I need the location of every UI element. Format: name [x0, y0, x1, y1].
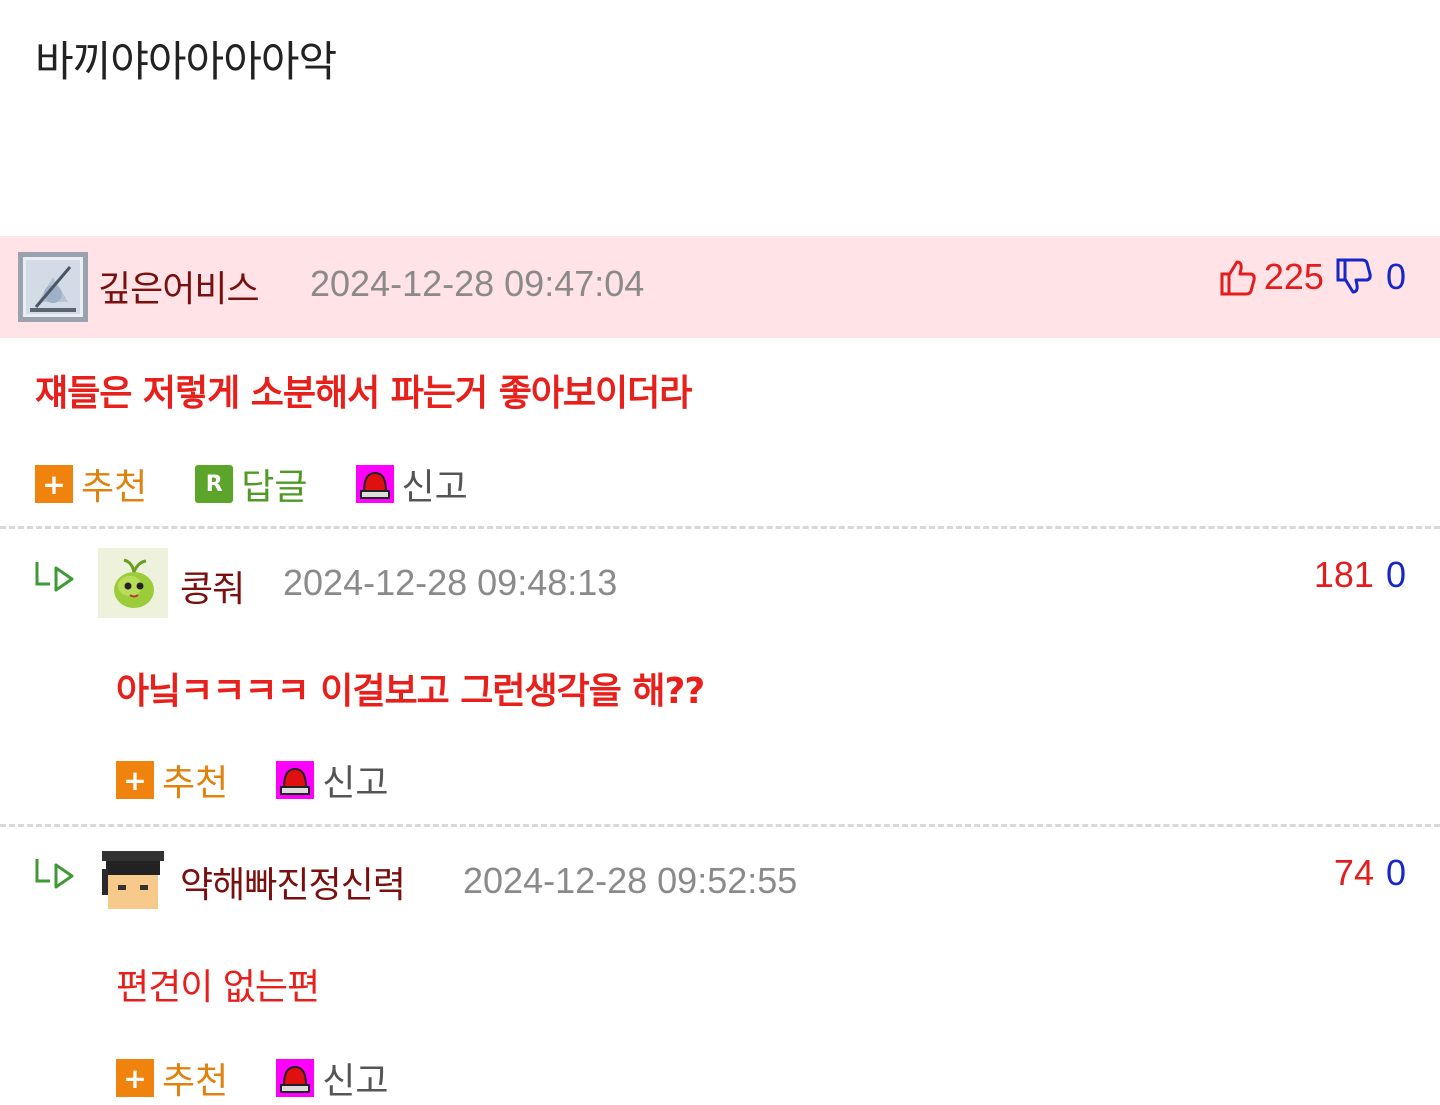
- upvote-count: 225: [1263, 256, 1324, 297]
- report-button[interactable]: 신고: [276, 754, 389, 806]
- vote-counts: 225 0: [1218, 256, 1406, 298]
- downvote-count: 0: [1385, 554, 1406, 595]
- upvote-count: 181: [1313, 554, 1374, 595]
- recommend-label: 추천: [162, 1061, 229, 1102]
- thumbs-up-icon[interactable]: [1218, 257, 1258, 297]
- recommend-label: 추천: [81, 467, 148, 508]
- comment-body: 편견이 없는편: [116, 967, 320, 1008]
- plus-icon: +: [35, 465, 73, 503]
- comment-divider: [0, 824, 1440, 827]
- report-button[interactable]: 신고: [355, 458, 468, 510]
- report-button[interactable]: 신고: [276, 1052, 389, 1104]
- downvote-count: 0: [1385, 852, 1406, 893]
- comment-actions: + 추천 신고: [116, 1052, 437, 1104]
- vote-counts: 74 0: [1334, 852, 1406, 894]
- avatar-graduate-icon: [98, 845, 168, 915]
- plus-icon: +: [116, 1059, 154, 1097]
- report-label: 신고: [322, 1061, 389, 1102]
- avatar[interactable]: [98, 548, 168, 618]
- reply-r-icon: R: [195, 465, 234, 503]
- plus-icon: +: [116, 761, 154, 799]
- report-label: 신고: [322, 763, 389, 804]
- comment-body: 아닠ㅋㅋㅋㅋ 이걸보고 그런생각을 해??: [116, 671, 705, 712]
- vote-counts: 181 0: [1314, 554, 1406, 596]
- report-label: 신고: [401, 467, 468, 508]
- recommend-label: 추천: [162, 763, 229, 804]
- comment-body: 쟤들은 저렇게 소분해서 파는거 좋아보이더라: [35, 373, 692, 414]
- comment-timestamp: 2024-12-28 09:48:13: [283, 562, 618, 603]
- reply-arrow-icon: [35, 562, 74, 592]
- comment-actions: + 추천 신고: [116, 754, 437, 806]
- downvote-count: 0: [1385, 256, 1406, 297]
- recommend-button[interactable]: + 추천: [116, 754, 228, 806]
- avatar[interactable]: [18, 252, 88, 322]
- comment-timestamp: 2024-12-28 09:47:04: [310, 263, 645, 304]
- comment-author[interactable]: 약해빠진정신력: [180, 856, 406, 908]
- comment-divider: [0, 526, 1440, 529]
- siren-icon: [355, 465, 394, 503]
- upvote-count: 74: [1333, 852, 1374, 893]
- comment-timestamp: 2024-12-28 09:52:55: [463, 860, 798, 901]
- avatar-image-icon: [18, 252, 88, 322]
- avatar-bean-icon: [98, 548, 168, 618]
- comment-best: 깊은어비스 2024-12-28 09:47:04 225 0: [0, 236, 1440, 338]
- siren-icon: [276, 761, 315, 799]
- reply-label: 답글: [241, 467, 308, 508]
- recommend-button[interactable]: + 추천: [35, 458, 147, 510]
- comment-author[interactable]: 콩줘: [180, 560, 245, 612]
- post-title: 바끼야아아아아악: [35, 37, 337, 86]
- comment-author[interactable]: 깊은어비스: [98, 260, 260, 312]
- reply-arrow-icon: [35, 859, 74, 889]
- recommend-button[interactable]: + 추천: [116, 1052, 228, 1104]
- thumbs-down-icon[interactable]: [1334, 257, 1374, 297]
- reply-button[interactable]: R 답글: [195, 458, 308, 510]
- siren-icon: [276, 1059, 315, 1097]
- comment-actions: + 추천 R 답글 신고: [35, 458, 516, 510]
- avatar[interactable]: [98, 845, 168, 915]
